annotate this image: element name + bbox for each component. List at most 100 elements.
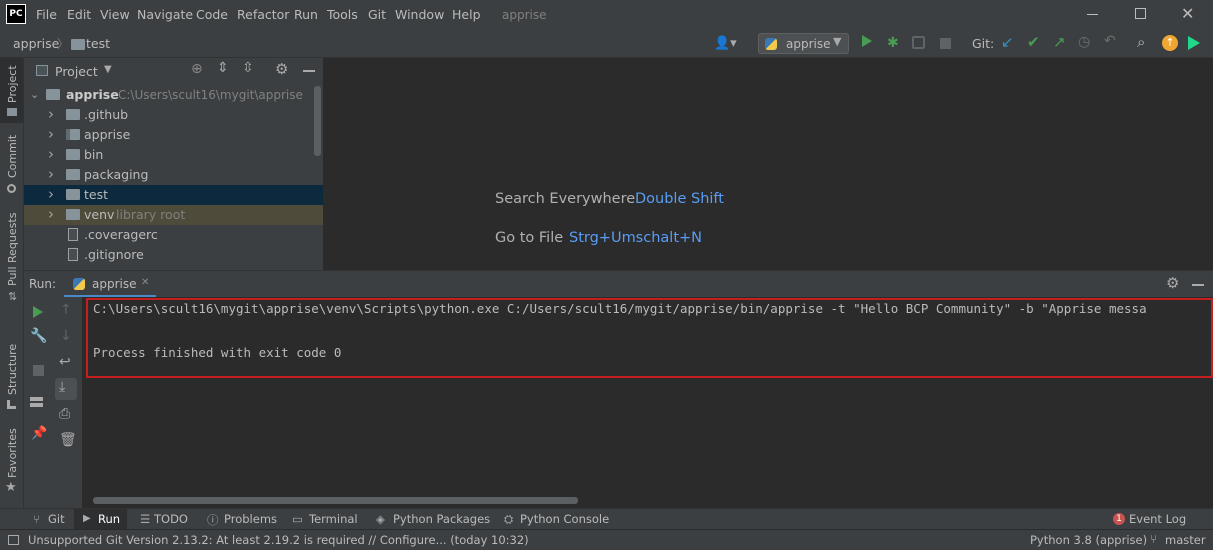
tab-problems[interactable]: Problems xyxy=(224,512,277,526)
tree-scrollbar[interactable] xyxy=(314,86,321,156)
hide-panel-icon[interactable] xyxy=(303,70,315,72)
tree-item-label: .coveragerc xyxy=(84,227,158,242)
tab-terminal[interactable]: Terminal xyxy=(309,512,358,526)
hint-go-to-file-key: Strg+Umschalt+N xyxy=(569,230,702,246)
menu-edit[interactable]: Edit xyxy=(67,7,91,22)
tab-event-log[interactable]: Event Log xyxy=(1129,512,1186,526)
interpreter-indicator[interactable]: Python 3.8 (apprise) xyxy=(1030,533,1147,547)
soft-wrap-icon[interactable]: ↩ xyxy=(59,354,71,370)
history-icon[interactable]: ◷ xyxy=(1078,34,1090,50)
python-console-icon: ⛭ xyxy=(504,512,514,526)
tree-item-label: test xyxy=(84,187,109,202)
expand-all-icon[interactable]: ⇕ xyxy=(217,60,229,76)
tree-item[interactable]: › test xyxy=(24,185,323,205)
chevron-right-icon[interactable]: › xyxy=(48,125,54,143)
menu-window[interactable]: Window xyxy=(395,7,444,22)
pull-requests-icon: ⇅ xyxy=(8,290,18,303)
git-push-icon[interactable]: ↗ xyxy=(1053,33,1066,51)
pull-requests-label[interactable]: Pull Requests xyxy=(6,213,19,286)
chevron-right-icon[interactable]: › xyxy=(48,145,54,163)
folder-icon xyxy=(71,39,85,50)
run-icon[interactable] xyxy=(862,35,872,47)
debug-icon[interactable]: ✱ xyxy=(887,35,899,51)
pin-icon[interactable]: 📌 xyxy=(31,426,47,441)
tree-item[interactable]: › apprise xyxy=(24,125,323,145)
menu-view[interactable]: View xyxy=(100,7,130,22)
tab-run[interactable]: Run xyxy=(98,512,120,526)
layout-icon[interactable] xyxy=(30,397,43,407)
search-icon[interactable]: ⌕ xyxy=(1137,33,1145,51)
menu-refactor[interactable]: Refactor xyxy=(237,7,289,22)
tab-todo[interactable]: TODO xyxy=(154,512,188,526)
down-arrow-icon[interactable]: ↓ xyxy=(60,328,72,344)
tab-python-packages[interactable]: Python Packages xyxy=(393,512,490,526)
structure-tool-label[interactable]: Structure xyxy=(6,344,19,395)
tree-root[interactable]: ⌄ apprise C:\Users\scult16\mygit\apprise xyxy=(24,85,323,105)
git-update-icon[interactable]: ↙ xyxy=(1001,33,1014,51)
user-icon[interactable]: 👤▾ xyxy=(714,36,737,51)
run-tab[interactable]: apprise ✕ xyxy=(64,271,156,298)
menu-navigate[interactable]: Navigate xyxy=(137,7,193,22)
breadcrumb-child[interactable]: test xyxy=(86,36,110,51)
wrench-icon[interactable]: 🔧 xyxy=(30,328,47,344)
stop-icon[interactable] xyxy=(33,365,44,376)
close-tab-icon[interactable]: ✕ xyxy=(141,277,149,288)
chevron-down-icon[interactable]: ▼ xyxy=(104,64,112,75)
git-commit-icon[interactable]: ✔ xyxy=(1027,33,1040,51)
favorites-tool-label[interactable]: Favorites xyxy=(6,428,19,478)
tree-item[interactable]: › packaging xyxy=(24,165,323,185)
tree-item[interactable]: › bin xyxy=(24,145,323,165)
chevron-right-icon[interactable]: › xyxy=(48,105,54,123)
git-branch-indicator[interactable]: master xyxy=(1165,533,1206,547)
maximize-icon[interactable] xyxy=(1135,8,1146,19)
tree-item[interactable]: .gitignore xyxy=(24,245,323,265)
chevron-right-icon[interactable]: › xyxy=(48,185,54,203)
chevron-right-icon[interactable]: › xyxy=(48,165,54,183)
python-icon xyxy=(765,38,777,50)
package-icon xyxy=(66,129,80,140)
project-panel: Project ▼ ⊕ ⇕ ⇳ ⚙ ⌄ apprise C:\Users\scu… xyxy=(24,58,323,270)
scroll-to-end-button[interactable]: ⤓ xyxy=(55,378,77,400)
tree-item[interactable]: › venv library root xyxy=(24,205,323,225)
tree-item[interactable]: .coveragerc xyxy=(24,225,323,245)
console-horizontal-scrollbar[interactable] xyxy=(93,497,578,504)
list-icon: ☰ xyxy=(140,512,151,526)
menu-git[interactable]: Git xyxy=(368,7,386,22)
app-logo: PC xyxy=(6,4,26,24)
update-icon[interactable]: ↑ xyxy=(1162,35,1178,51)
menu-run[interactable]: Run xyxy=(294,7,318,22)
plugin-icon[interactable] xyxy=(1188,36,1200,50)
tree-item[interactable]: › .github xyxy=(24,105,323,125)
close-icon[interactable]: ✕ xyxy=(1181,4,1194,23)
commit-tool-label[interactable]: Commit xyxy=(6,135,19,178)
up-arrow-icon[interactable]: ↑ xyxy=(60,302,72,318)
rerun-icon[interactable] xyxy=(33,306,43,318)
coverage-icon[interactable] xyxy=(912,36,925,49)
gear-icon[interactable]: ⚙ xyxy=(1166,274,1179,292)
hint-search-everywhere-label: Search Everywhere xyxy=(495,191,636,207)
panel-toggle-icon[interactable] xyxy=(8,535,19,545)
print-icon[interactable]: ⎙ xyxy=(59,406,70,422)
chevron-down-icon[interactable]: ⌄ xyxy=(30,88,39,101)
project-panel-title[interactable]: Project xyxy=(55,64,98,79)
gear-icon[interactable]: ⚙ xyxy=(275,60,288,78)
project-view-icon xyxy=(36,65,48,76)
minimize-icon[interactable] xyxy=(1087,14,1098,15)
breadcrumb-root[interactable]: apprise xyxy=(13,36,59,51)
run-config-selector[interactable]: apprise ▼ xyxy=(758,33,849,54)
hide-panel-icon[interactable] xyxy=(1192,284,1204,286)
stop-icon[interactable] xyxy=(940,38,951,49)
collapse-all-icon[interactable]: ⇳ xyxy=(242,60,254,76)
menu-help[interactable]: Help xyxy=(452,7,481,22)
menu-code[interactable]: Code xyxy=(196,7,228,22)
tab-python-console[interactable]: Python Console xyxy=(520,512,609,526)
menu-tools[interactable]: Tools xyxy=(327,7,358,22)
tab-git[interactable]: Git xyxy=(48,512,65,526)
trash-icon[interactable]: 🗑 xyxy=(59,432,77,448)
rollback-icon[interactable]: ↶ xyxy=(1104,33,1116,49)
locate-icon[interactable]: ⊕ xyxy=(191,61,203,77)
status-message[interactable]: Unsupported Git Version 2.13.2: At least… xyxy=(28,533,529,547)
run-console[interactable]: C:\Users\scult16\mygit\apprise\venv\Scri… xyxy=(82,297,1213,508)
menu-file[interactable]: File xyxy=(36,7,57,22)
chevron-right-icon[interactable]: › xyxy=(48,205,54,223)
